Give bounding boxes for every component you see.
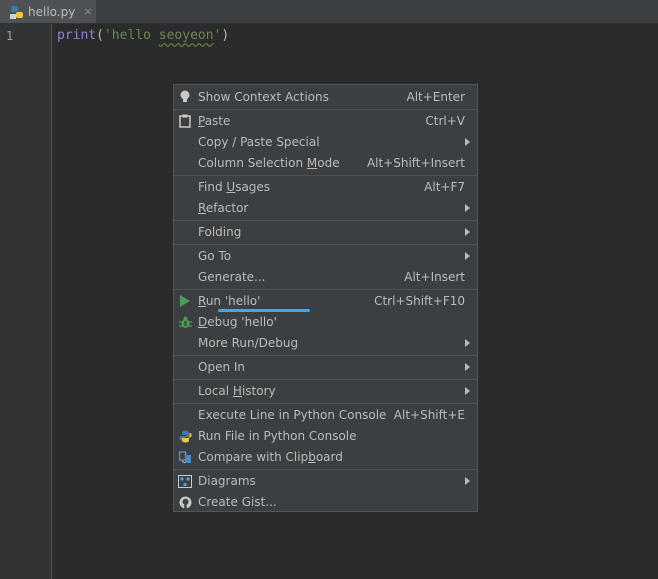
run-triangle-icon bbox=[178, 294, 192, 308]
annotation-underline bbox=[218, 309, 310, 312]
github-icon bbox=[178, 495, 192, 509]
menu-label: ode bbox=[317, 156, 340, 170]
menu-separator bbox=[174, 355, 477, 356]
menu-label: un 'hello' bbox=[205, 294, 261, 308]
submenu-arrow-icon bbox=[465, 363, 470, 371]
menu-item-compare-clipboard[interactable]: Compare with Clipboard bbox=[174, 447, 477, 468]
menu-label: aste bbox=[204, 114, 231, 128]
editor-tab-bar: hello.py × bbox=[0, 0, 658, 24]
menu-label: Run File in Python Console bbox=[198, 429, 357, 443]
menu-item-run-file-python-console[interactable]: Run File in Python Console bbox=[174, 426, 477, 447]
menu-item-debug-hello[interactable]: Debug 'hello' bbox=[174, 312, 477, 333]
menu-mnemonic: R bbox=[198, 201, 206, 215]
menu-separator bbox=[174, 244, 477, 245]
menu-separator bbox=[174, 220, 477, 221]
menu-label: Folding bbox=[198, 225, 242, 239]
menu-mnemonic: M bbox=[306, 156, 318, 170]
code-line[interactable]: print('hello seoyeon') bbox=[57, 27, 229, 44]
code-string-a: hello bbox=[111, 28, 159, 43]
menu-label: efactor bbox=[205, 201, 249, 215]
menu-item-refactor[interactable]: Refactor bbox=[174, 198, 477, 219]
menu-label: Execute Line in Python Console bbox=[198, 408, 387, 422]
menu-separator bbox=[174, 175, 477, 176]
menu-shortcut: Alt+Insert bbox=[404, 270, 465, 284]
menu-item-go-to[interactable]: Go To bbox=[174, 246, 477, 267]
bug-icon bbox=[178, 315, 192, 329]
menu-label: Diagrams bbox=[198, 474, 256, 488]
menu-item-show-context-actions[interactable]: Show Context Actions Alt+Enter bbox=[174, 87, 477, 108]
compare-icon bbox=[178, 450, 192, 464]
code-close-paren: ) bbox=[221, 28, 230, 43]
menu-separator bbox=[174, 379, 477, 380]
menu-label: Column Selection bbox=[198, 156, 307, 170]
menu-item-execute-line[interactable]: Execute Line in Python Console Alt+Shift… bbox=[174, 405, 477, 426]
menu-label: ebug 'hello' bbox=[207, 315, 277, 329]
menu-label: Go To bbox=[198, 249, 232, 263]
menu-shortcut: Alt+Shift+E bbox=[393, 408, 465, 422]
python-file-icon bbox=[10, 5, 23, 19]
menu-mnemonic: H bbox=[232, 384, 242, 398]
line-number: 1 bbox=[6, 29, 14, 43]
menu-separator bbox=[174, 469, 477, 470]
menu-label: Open In bbox=[198, 360, 246, 374]
menu-mnemonic: R bbox=[198, 294, 206, 308]
menu-item-local-history[interactable]: Local History bbox=[174, 381, 477, 402]
menu-item-create-gist[interactable]: Create Gist... bbox=[174, 492, 477, 513]
line-gutter: 1 bbox=[0, 24, 52, 579]
menu-item-folding[interactable]: Folding bbox=[174, 222, 477, 243]
menu-label: istory bbox=[241, 384, 276, 398]
clipboard-icon bbox=[178, 114, 192, 128]
menu-separator bbox=[174, 289, 477, 290]
menu-separator bbox=[174, 109, 477, 110]
menu-item-find-usages[interactable]: Find Usages Alt+F7 bbox=[174, 177, 477, 198]
menu-item-generate[interactable]: Generate... Alt+Insert bbox=[174, 267, 477, 288]
code-open-paren: ( bbox=[96, 28, 104, 43]
menu-label: Generate... bbox=[198, 270, 266, 284]
menu-item-open-in[interactable]: Open In bbox=[174, 357, 477, 378]
menu-shortcut: Alt+F7 bbox=[424, 180, 465, 194]
menu-label: Find bbox=[198, 180, 227, 194]
lightbulb-icon bbox=[178, 90, 192, 104]
code-function: print bbox=[57, 28, 97, 43]
menu-label: oard bbox=[315, 450, 343, 464]
submenu-arrow-icon bbox=[465, 228, 470, 236]
diagram-icon bbox=[178, 474, 192, 488]
menu-shortcut: Ctrl+V bbox=[425, 114, 465, 128]
submenu-arrow-icon bbox=[465, 387, 470, 395]
menu-item-copy-paste-special[interactable]: Copy / Paste Special bbox=[174, 132, 477, 153]
menu-label: Show Context Actions bbox=[198, 90, 329, 104]
menu-item-more-run-debug[interactable]: More Run/Debug bbox=[174, 333, 477, 354]
submenu-arrow-icon bbox=[465, 339, 470, 347]
menu-mnemonic: D bbox=[198, 315, 208, 329]
menu-separator bbox=[174, 403, 477, 404]
menu-item-paste[interactable]: Paste Ctrl+V bbox=[174, 111, 477, 132]
python-icon bbox=[178, 429, 192, 443]
menu-shortcut: Alt+Shift+Insert bbox=[366, 156, 465, 170]
menu-label: Create Gist... bbox=[198, 495, 277, 509]
menu-label: More Run/Debug bbox=[198, 336, 299, 350]
menu-mnemonic: b bbox=[308, 450, 316, 464]
menu-shortcut: Alt+Enter bbox=[406, 90, 465, 104]
tab-filename: hello.py bbox=[28, 4, 76, 19]
menu-mnemonic: U bbox=[226, 180, 236, 194]
menu-shortcut: Ctrl+Shift+F10 bbox=[374, 294, 465, 308]
menu-label: Local bbox=[198, 384, 233, 398]
menu-label: Copy / Paste Special bbox=[198, 135, 320, 149]
menu-label: Compare with Clip bbox=[198, 450, 309, 464]
menu-item-column-selection-mode[interactable]: Column Selection Mode Alt+Shift+Insert bbox=[174, 153, 477, 174]
menu-mnemonic: P bbox=[198, 114, 205, 128]
tab-close-icon[interactable]: × bbox=[83, 5, 92, 18]
menu-label: sages bbox=[235, 180, 271, 194]
submenu-arrow-icon bbox=[465, 252, 470, 260]
code-quote-open: ' bbox=[103, 28, 112, 43]
code-string-typo: seoyeon bbox=[158, 28, 214, 43]
context-menu: Show Context Actions Alt+Enter Paste Ctr… bbox=[173, 84, 478, 512]
submenu-arrow-icon bbox=[465, 204, 470, 212]
submenu-arrow-icon bbox=[465, 477, 470, 485]
submenu-arrow-icon bbox=[465, 138, 470, 146]
menu-item-diagrams[interactable]: Diagrams bbox=[174, 471, 477, 492]
tab-hello-py[interactable]: hello.py × bbox=[0, 0, 96, 23]
